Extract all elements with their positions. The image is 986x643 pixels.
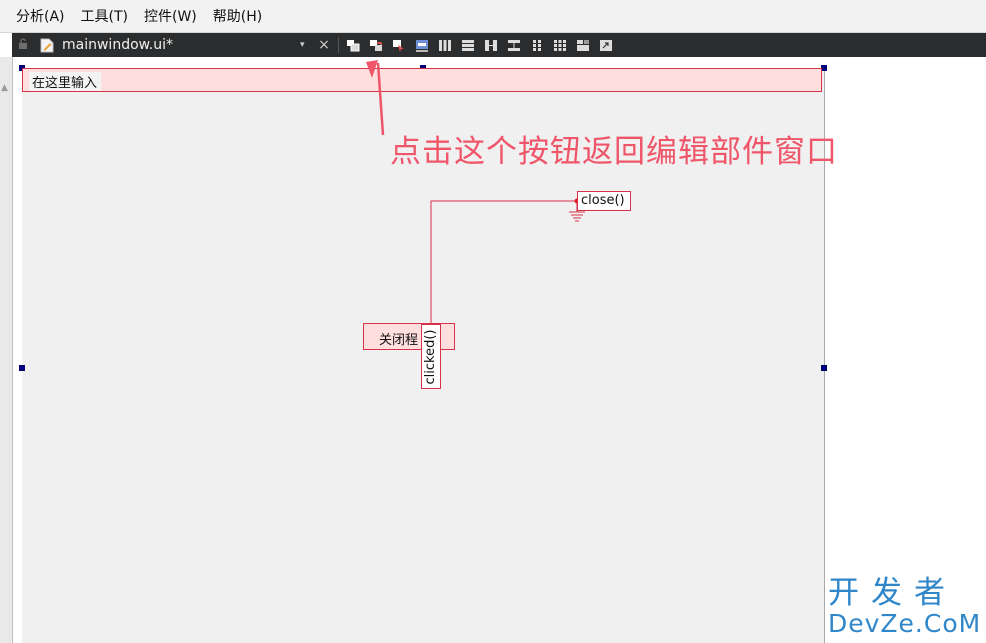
- selection-handle[interactable]: [821, 365, 827, 371]
- line-edit-widget[interactable]: 在这里输入: [22, 68, 822, 92]
- watermark-cn: 开发者: [828, 575, 957, 611]
- layout-vertical-splitter-icon[interactable]: [504, 36, 524, 54]
- edit-widgets-icon[interactable]: [343, 36, 363, 54]
- layout-horizontal-splitter-icon[interactable]: [481, 36, 501, 54]
- edit-signals-slots-icon[interactable]: [366, 36, 386, 54]
- annotation-text: 点击这个按钮返回编辑部件窗口: [390, 134, 838, 170]
- close-icon[interactable]: ×: [314, 37, 334, 53]
- edit-tab-order-icon[interactable]: [412, 36, 432, 54]
- menu-help[interactable]: 帮助(H): [205, 6, 270, 26]
- menu-widgets[interactable]: 控件(W): [136, 6, 205, 26]
- lock-icon[interactable]: [18, 38, 34, 52]
- menu-tools[interactable]: 工具(T): [73, 6, 136, 26]
- adjust-size-icon[interactable]: [596, 36, 616, 54]
- layout-horizontal-icon[interactable]: [435, 36, 455, 54]
- layout-form-icon[interactable]: [527, 36, 547, 54]
- layout-grid-icon[interactable]: [550, 36, 570, 54]
- left-dock-gutter: ▲: [0, 57, 13, 643]
- selection-handle[interactable]: [19, 365, 25, 371]
- slot-label: close(): [581, 193, 625, 208]
- triangle-up-icon: ▲: [1, 83, 8, 93]
- menu-bar: 分析(A) 工具(T) 控件(W) 帮助(H): [0, 0, 986, 33]
- break-layout-icon[interactable]: [573, 36, 593, 54]
- ui-file-icon: [40, 38, 54, 53]
- document-tab-bar: mainwindow.ui* ▾ ×: [12, 33, 986, 57]
- menu-analyze[interactable]: 分析(A): [8, 6, 73, 26]
- slot-label-box[interactable]: close(): [577, 191, 631, 211]
- edit-buddies-icon[interactable]: [389, 36, 409, 54]
- close-program-button[interactable]: 关闭程: [363, 323, 455, 350]
- close-button-label: 关闭程: [379, 333, 419, 348]
- tab-title[interactable]: mainwindow.ui*: [62, 37, 300, 53]
- watermark-en: DevZe.CoM: [828, 609, 982, 638]
- layout-vertical-icon[interactable]: [458, 36, 478, 54]
- line-edit-text: 在这里输入: [29, 72, 102, 91]
- toolbar-separator: [338, 37, 339, 53]
- signal-label: clicked(): [423, 329, 438, 385]
- chevron-down-icon[interactable]: ▾: [300, 40, 312, 50]
- watermark-logo: 开发者 DevZe.CoM: [828, 575, 982, 638]
- signal-label-box[interactable]: clicked(): [421, 324, 441, 389]
